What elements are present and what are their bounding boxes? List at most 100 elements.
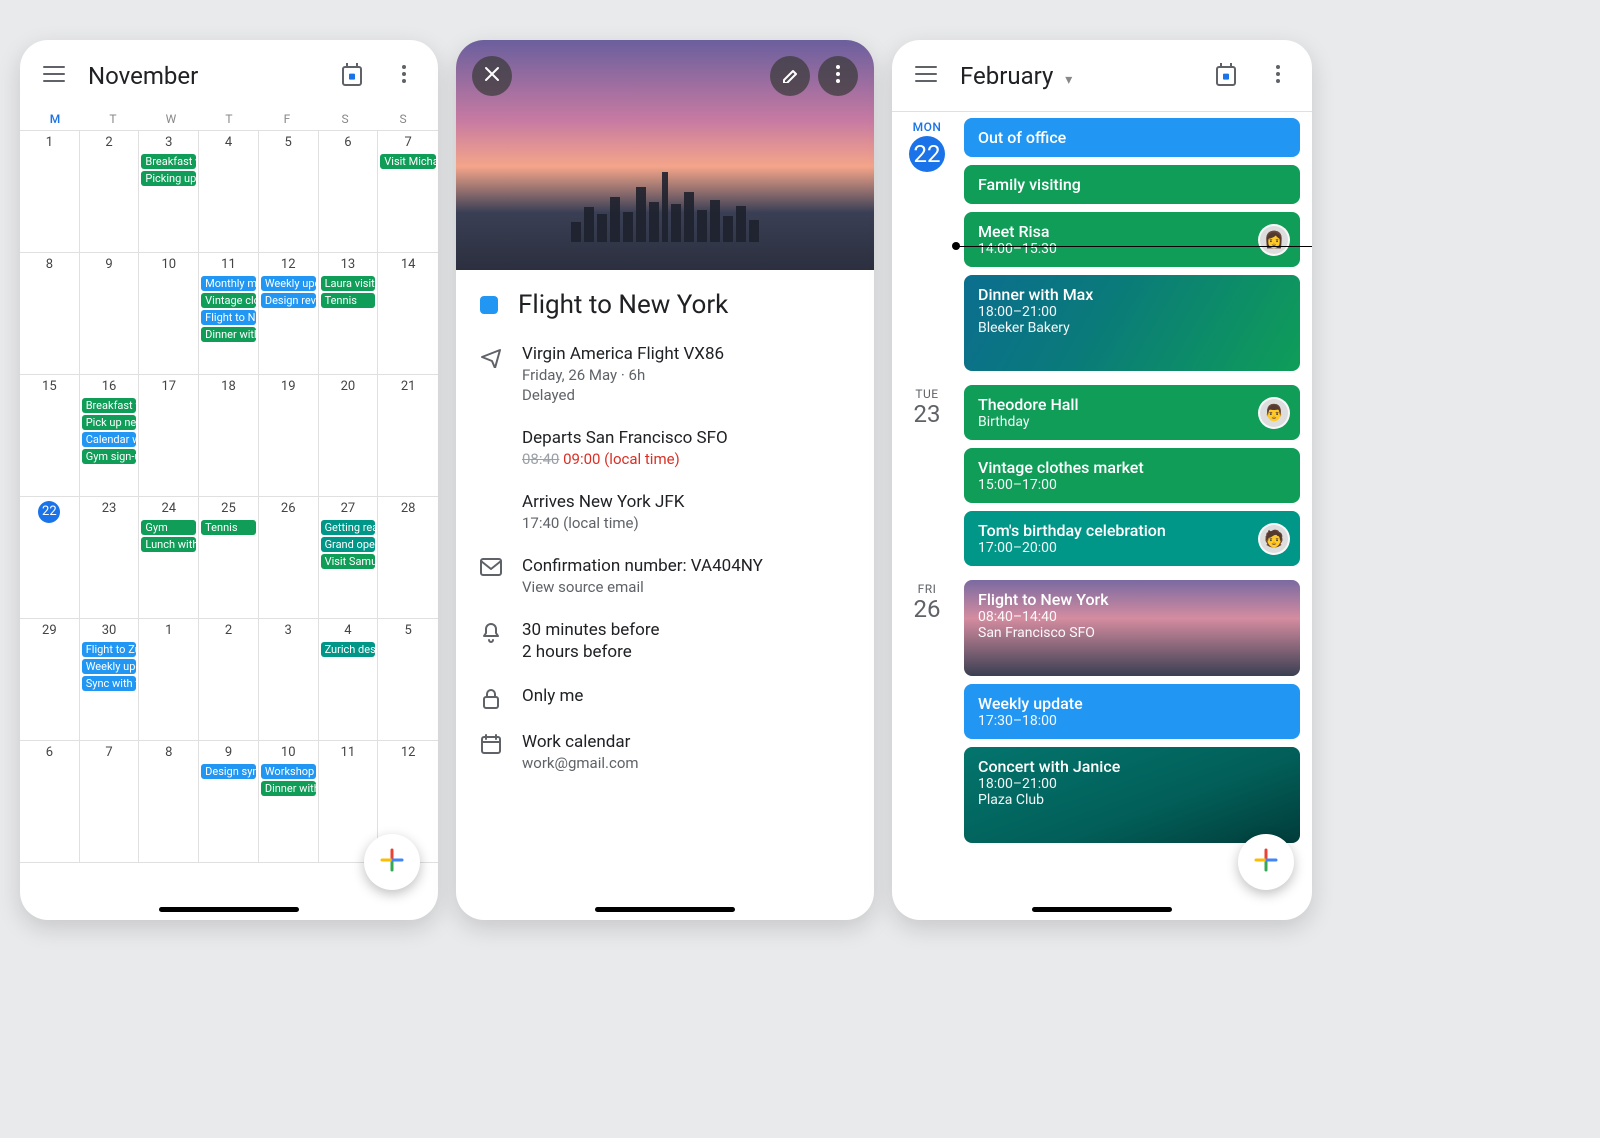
event-chip[interactable]: Design revi (261, 293, 316, 308)
event-chip[interactable]: Laura visiti (321, 276, 376, 291)
day-cell[interactable]: 5 (259, 131, 319, 253)
event-chip[interactable]: Vintage clo (201, 293, 256, 308)
event-chip[interactable]: Breakfast w (141, 154, 196, 169)
day-cell[interactable]: 13Laura visitiTennis (319, 253, 379, 375)
event-chip[interactable]: Getting rea (321, 520, 376, 535)
day-header[interactable]: MON22 (900, 118, 954, 371)
day-cell[interactable]: 5 (378, 619, 438, 741)
event-chip[interactable]: Calendar w (82, 432, 137, 447)
day-cell[interactable]: 24GymLunch with (139, 497, 199, 619)
create-event-fab[interactable] (1238, 834, 1294, 890)
event-chip[interactable]: Monthly me (201, 276, 256, 291)
phone-event-detail: Flight to New York Virgin America Flight… (456, 40, 874, 920)
event-overflow-button[interactable] (818, 56, 858, 96)
event-chip[interactable]: Tennis (201, 520, 256, 535)
day-cell[interactable]: 25Tennis (199, 497, 259, 619)
menu-button[interactable] (904, 54, 948, 98)
event-chip[interactable]: Workshop (261, 764, 316, 779)
day-cell[interactable]: 8 (20, 253, 80, 375)
overflow-button[interactable] (1256, 54, 1300, 98)
today-button[interactable] (1204, 54, 1248, 98)
day-cell[interactable]: 30Flight to ZuWeekly updSync with t (80, 619, 140, 741)
menu-button[interactable] (32, 54, 76, 98)
edit-button[interactable] (770, 56, 810, 96)
day-cell[interactable]: 27Getting reaGrand openVisit Samue (319, 497, 379, 619)
day-cell[interactable]: 3Breakfast wPicking up (139, 131, 199, 253)
month-title[interactable]: November (84, 62, 322, 90)
day-cell[interactable]: 2 (199, 619, 259, 741)
event-card[interactable]: Weekly update17:30–18:00 (964, 684, 1300, 739)
event-card[interactable]: Vintage clothes market15:00–17:00 (964, 448, 1300, 503)
event-chip[interactable]: Flight to Zu (82, 642, 137, 657)
event-chip[interactable]: Gym (141, 520, 196, 535)
day-cell[interactable]: 4 (199, 131, 259, 253)
event-chip[interactable]: Sync with t (82, 676, 137, 691)
day-cell[interactable]: 7Visit Micha (378, 131, 438, 253)
event-chip[interactable]: Grand open (321, 537, 376, 552)
event-chip[interactable]: Weekly upd (261, 276, 316, 291)
event-chip[interactable]: Visit Micha (380, 154, 436, 169)
event-chip[interactable]: Zurich desi (321, 642, 376, 657)
day-cell[interactable]: 22 (20, 497, 80, 619)
event-chip[interactable]: Breakfast w (82, 398, 137, 413)
event-chip[interactable]: Pick up new (82, 415, 137, 430)
event-card[interactable]: Tom's birthday celebration17:00–20:00🧑 (964, 511, 1300, 566)
day-cell[interactable]: 15 (20, 375, 80, 497)
month-picker[interactable]: February ▾ (956, 62, 1196, 90)
day-cell[interactable]: 4Zurich desi (319, 619, 379, 741)
event-card[interactable]: Dinner with Max18:00–21:00Bleeker Bakery (964, 275, 1300, 371)
month-grid[interactable]: 123Breakfast wPicking up4567Visit Micha8… (20, 130, 438, 920)
day-cell[interactable]: 10 (139, 253, 199, 375)
event-card[interactable]: Flight to New York08:40–14:40San Francis… (964, 580, 1300, 676)
event-chip[interactable]: Dinner with (261, 781, 316, 796)
day-cell[interactable]: 19 (259, 375, 319, 497)
day-cell[interactable]: 17 (139, 375, 199, 497)
event-chip[interactable]: Lunch with (141, 537, 196, 552)
event-chip[interactable]: Tennis (321, 293, 376, 308)
schedule-list[interactable]: MON22 Out of office Family visiting Meet Ri… (892, 112, 1312, 920)
day-cell[interactable]: 18 (199, 375, 259, 497)
day-cell[interactable]: 6 (20, 741, 80, 863)
day-cell[interactable]: 23 (80, 497, 140, 619)
event-card[interactable]: Concert with Janice18:00–21:00Plaza Club (964, 747, 1300, 843)
day-cell[interactable]: 10WorkshopDinner with (259, 741, 319, 863)
day-cell[interactable]: 14 (378, 253, 438, 375)
day-cell[interactable]: 26 (259, 497, 319, 619)
view-source-email-link[interactable]: View source email (522, 578, 763, 596)
day-cell[interactable]: 11Monthly meVintage cloFlight to NeDinne… (199, 253, 259, 375)
overflow-button[interactable] (382, 54, 426, 98)
close-button[interactable] (472, 56, 512, 96)
event-card[interactable]: Out of office (964, 118, 1300, 157)
event-chip[interactable]: Dinner with (201, 327, 256, 342)
today-button[interactable] (330, 54, 374, 98)
event-chip[interactable]: Gym sign-u (82, 449, 137, 464)
day-cell[interactable]: 21 (378, 375, 438, 497)
day-cell[interactable]: 29 (20, 619, 80, 741)
event-chip[interactable]: Flight to Ne (201, 310, 256, 325)
day-cell[interactable]: 9 (80, 253, 140, 375)
day-cell[interactable]: 16 Breakfast w Pick up new Calendar w Gym si… (80, 375, 140, 497)
day-cell[interactable]: 3 (259, 619, 319, 741)
event-card[interactable]: Family visiting (964, 165, 1300, 204)
day-cell[interactable]: 1 (20, 131, 80, 253)
day-cell[interactable]: 9Design syn (199, 741, 259, 863)
day-cell[interactable]: 6 (319, 131, 379, 253)
flight-status: Delayed (522, 386, 724, 404)
event-chip[interactable]: Design syn (201, 764, 256, 779)
event-chip[interactable]: Picking up (141, 171, 196, 186)
day-cell[interactable]: 7 (80, 741, 140, 863)
day-cell[interactable]: 12Weekly updDesign revi (259, 253, 319, 375)
day-cell[interactable]: 1 (139, 619, 199, 741)
create-event-fab[interactable] (364, 834, 420, 890)
day-header[interactable]: FRI26 (900, 580, 954, 843)
event-card[interactable]: Theodore HallBirthday👨 (964, 385, 1300, 440)
day-number: 16 (82, 379, 137, 394)
event-chip[interactable]: Visit Samue (321, 554, 376, 569)
event-chip[interactable]: Weekly upd (82, 659, 137, 674)
day-cell[interactable]: 8 (139, 741, 199, 863)
day-cell[interactable]: 2 (80, 131, 140, 253)
day-cell[interactable]: 20 (319, 375, 379, 497)
day-cell[interactable]: 28 (378, 497, 438, 619)
day-header[interactable]: TUE23 (900, 385, 954, 566)
event-card[interactable]: Meet Risa14:00–15:30👩 (964, 212, 1300, 267)
